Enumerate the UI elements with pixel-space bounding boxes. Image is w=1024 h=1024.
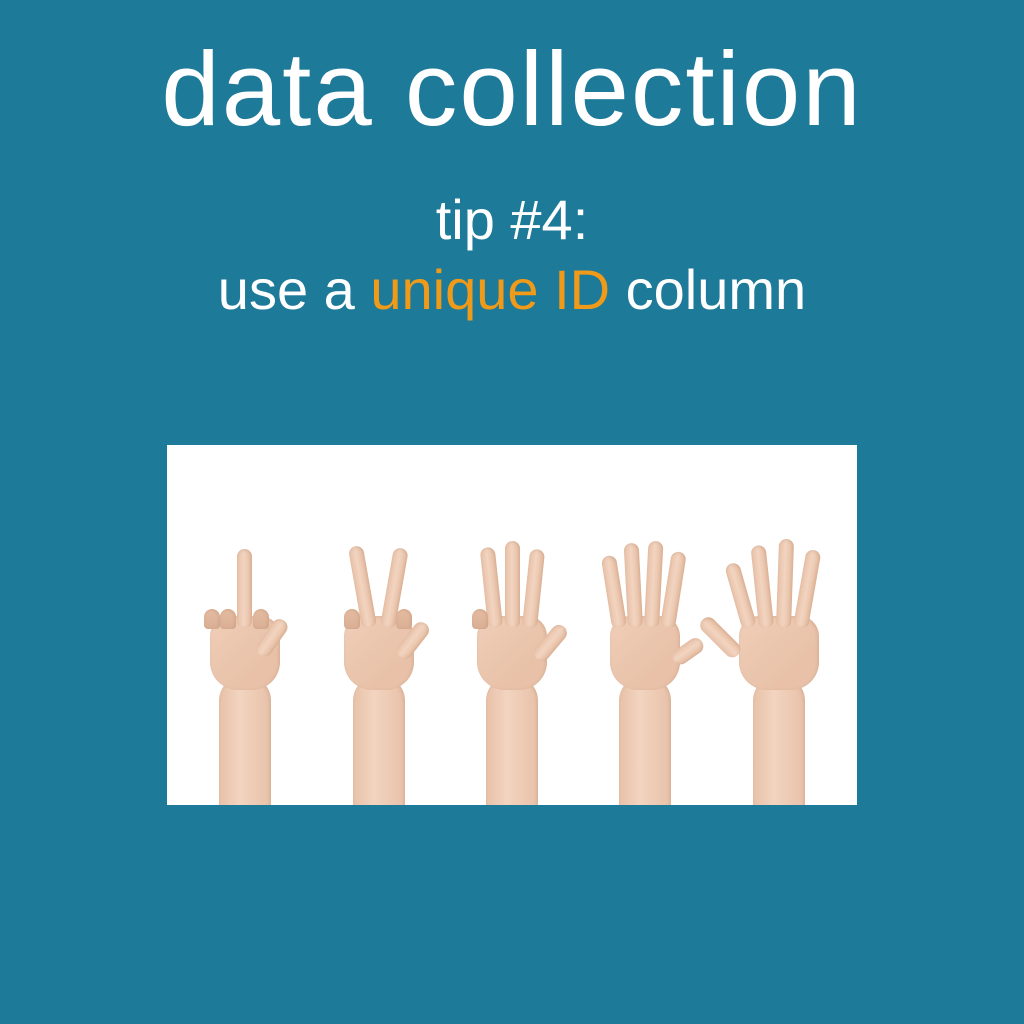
tip-text-accent: unique ID: [370, 258, 610, 321]
hand-two-icon: [324, 525, 434, 805]
tip-text-pre: use a: [218, 258, 371, 321]
hand-three-icon: [457, 525, 567, 805]
tip-subtitle: tip #4: use a unique ID column: [218, 185, 806, 325]
hand-four-icon: [590, 525, 700, 805]
hands-counting-image: [167, 445, 857, 805]
hand-one-icon: [190, 525, 300, 805]
page-title: data collection: [161, 30, 862, 150]
hand-five-icon: [724, 525, 834, 805]
tip-number-line: tip #4:: [436, 188, 589, 251]
tip-text-post: column: [610, 258, 806, 321]
